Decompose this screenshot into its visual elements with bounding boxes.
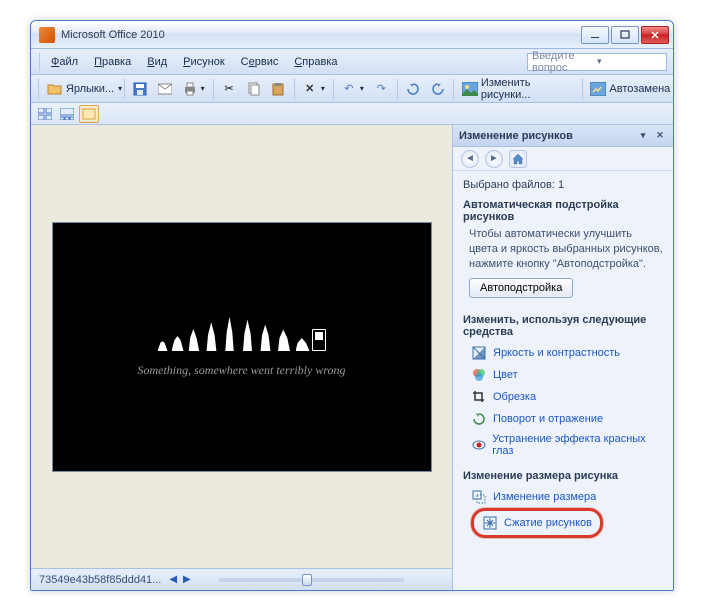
tool-color[interactable]: Цвет [469,364,663,386]
close-button[interactable] [641,26,669,44]
single-view-button[interactable] [79,105,99,123]
redeye-icon [471,437,486,453]
nav-home-button[interactable] [509,150,527,168]
tool-compress-highlight: Сжатие рисунков [471,508,603,538]
save-icon [133,81,148,97]
content-area: Something, somewhere went terribly wrong… [31,125,673,590]
paste-icon [271,81,286,97]
evolution-silhouettes [158,315,326,351]
cut-icon: ✂ [222,81,237,97]
copy-button[interactable] [241,78,266,100]
menu-view[interactable]: Вид [140,52,174,72]
main-pane: Something, somewhere went terribly wrong… [31,125,453,590]
taskpane-close-button[interactable]: ✕ [653,129,667,143]
brightness-icon [471,345,487,361]
autoreplace-icon [590,81,606,97]
mail-icon [158,81,173,97]
search-placeholder: Введите вопрос [532,50,597,74]
selected-count: Выбрано файлов: 1 [463,179,663,191]
tool-brightness[interactable]: Яркость и контрастность [469,342,663,364]
undo-button[interactable]: ↶▾ [337,78,369,100]
taskpane-header: Изменение рисунков ▾ ✕ [453,125,673,147]
menu-picture[interactable]: Рисунок [176,52,232,72]
window-title: Microsoft Office 2010 [61,29,581,41]
window-buttons [581,26,669,44]
save-button[interactable] [128,78,153,100]
print-button[interactable]: ▾ [178,78,210,100]
tool-resize[interactable]: Изменение размера [469,486,663,508]
rotate-right-icon [430,81,445,97]
auto-section-title: Автоматическая подстройка рисунков [463,199,663,223]
chevron-down-icon: ▾ [118,84,122,93]
compress-icon [482,515,498,531]
copy-icon [246,81,261,97]
edit-tools-list: Яркость и контрастность Цвет Обрезка Пов… [469,342,663,460]
app-icon [39,27,55,43]
tool-redeye[interactable]: Устранение эффекта красных глаз [469,430,663,460]
maximize-button[interactable] [611,26,639,44]
rotate-icon [471,411,487,427]
menu-help[interactable]: Справка [287,52,344,72]
picture-icon [462,81,478,97]
app-window: Microsoft Office 2010 Файл Правка Вид Ри… [30,20,674,591]
nav-arrows: ◀ ▶ [169,574,190,585]
rotate-right-button[interactable] [425,78,450,100]
resize-section-title: Изменение размера рисунка [463,470,663,482]
thumbnail-view-button[interactable] [35,105,55,123]
nav-forward-button[interactable]: ► [485,150,503,168]
tool-compress[interactable]: Сжатие рисунков [482,515,592,531]
rotate-left-icon [406,81,421,97]
toolbar: Ярлыки... ▾ ▾ ✂ ✕▾ ↶▾ ↷ Изменить рисунки… [31,75,673,103]
auto-section-desc: Чтобы автоматически улучшить цвета и ярк… [469,227,663,272]
help-search-input[interactable]: Введите вопрос ▾ [527,53,667,71]
titlebar: Microsoft Office 2010 [31,21,673,49]
delete-button[interactable]: ✕▾ [298,78,330,100]
redo-button[interactable]: ↷ [369,78,394,100]
crop-icon [471,389,487,405]
resize-icon [471,489,487,505]
nav-back-button[interactable]: ◄ [461,150,479,168]
menu-tools[interactable]: Сервис [234,52,286,72]
filename-label: 73549e43b58f85ddd41... [39,574,161,586]
slider-thumb[interactable] [302,574,312,586]
statusbar: 73549e43b58f85ddd41... ◀ ▶ [31,568,452,590]
next-image-button[interactable]: ▶ [183,574,191,585]
taskpane-title: Изменение рисунков [459,130,633,142]
cut-button[interactable]: ✂ [217,78,242,100]
picture: Something, somewhere went terribly wrong [52,222,432,472]
menubar: Файл Правка Вид Рисунок Сервис Справка В… [31,49,673,75]
shortcuts-button[interactable]: Ярлыки... ▾ [42,78,121,100]
mail-button[interactable] [153,78,178,100]
menu-edit[interactable]: Правка [87,52,138,72]
rotate-left-button[interactable] [401,78,426,100]
taskpane-nav: ◄ ► [453,147,673,171]
chevron-down-icon: ▾ [597,56,662,67]
prev-image-button[interactable]: ◀ [169,574,177,585]
image-caption: Something, somewhere went terribly wrong [137,363,345,378]
change-pictures-button[interactable]: Изменить рисунки... [457,78,579,100]
edit-section-title: Изменить, используя следующие средства [463,314,663,338]
resize-tools-list: Изменение размера Сжатие рисунков [469,486,663,538]
folder-icon [47,81,63,97]
filmstrip-view-button[interactable] [57,105,77,123]
canvas[interactable]: Something, somewhere went terribly wrong [31,125,452,568]
undo-icon: ↶ [342,81,356,97]
paste-button[interactable] [266,78,291,100]
tool-crop[interactable]: Обрезка [469,386,663,408]
auto-adjust-button[interactable]: Автоподстройка [469,278,573,298]
taskpane-body: Выбрано файлов: 1 Автоматическая подстро… [453,171,673,556]
taskpane: Изменение рисунков ▾ ✕ ◄ ► Выбрано файло… [453,125,673,590]
zoom-slider[interactable] [219,578,404,582]
menu-file[interactable]: Файл [44,52,85,72]
taskpane-menu-button[interactable]: ▾ [636,129,650,143]
print-icon [183,81,197,97]
minimize-button[interactable] [581,26,609,44]
view-toolbar [31,103,673,125]
autoreplace-button[interactable]: Автозамена [585,78,669,100]
tool-rotate[interactable]: Поворот и отражение [469,408,663,430]
delete-icon: ✕ [303,81,317,97]
redo-icon: ↷ [374,81,389,97]
color-icon [471,367,487,383]
